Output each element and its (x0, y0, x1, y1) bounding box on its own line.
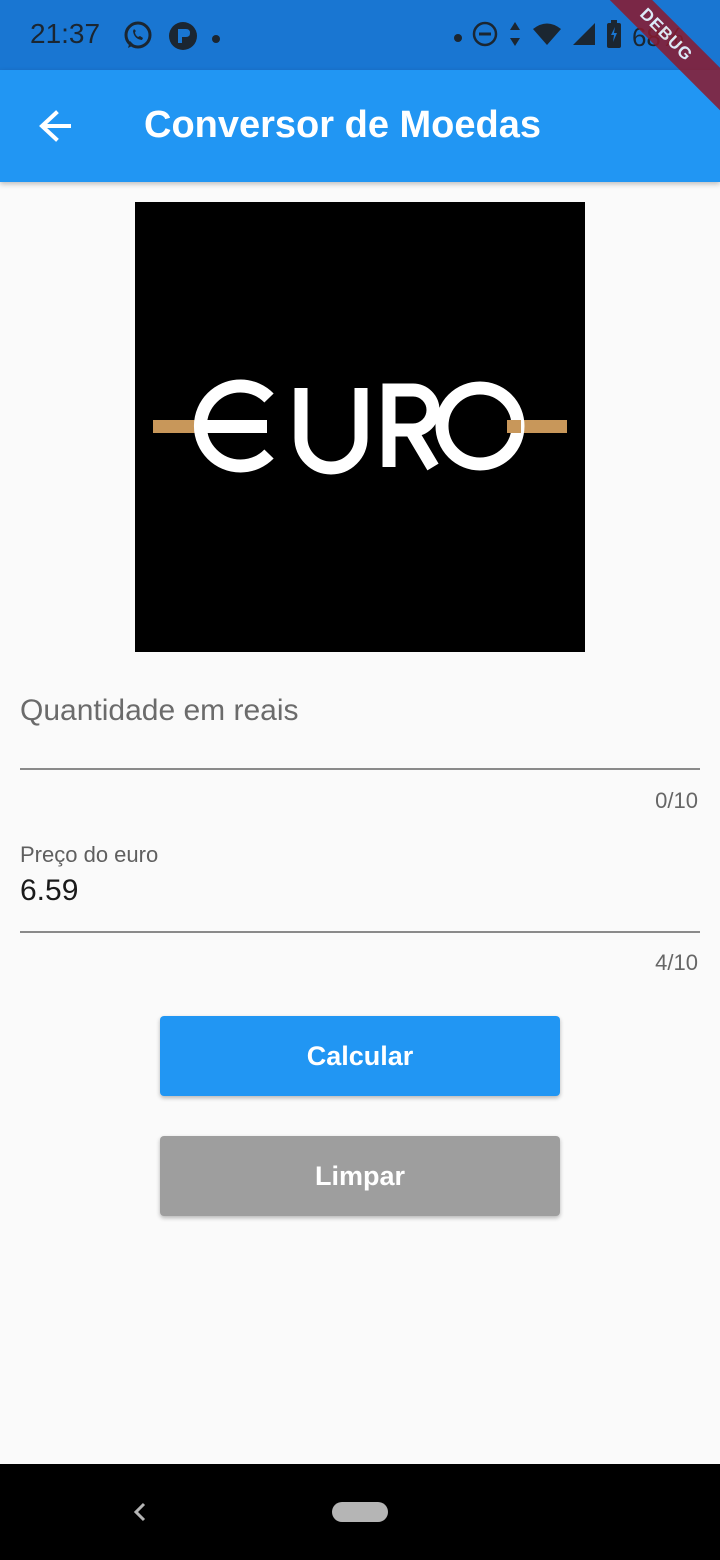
amount-placeholder: Quantidade em reais (20, 694, 299, 727)
wifi-icon (532, 22, 562, 53)
signal-icon (572, 22, 596, 53)
back-button[interactable] (26, 96, 86, 156)
euro-price-underline (20, 931, 700, 933)
do-not-disturb-icon (472, 21, 498, 54)
status-dot (212, 34, 220, 43)
system-nav-bar (0, 1464, 720, 1560)
euro-price-value: 6.59 (20, 874, 79, 907)
euro-price-label: Preço do euro (20, 842, 159, 867)
app-notification-icon (168, 21, 198, 56)
amount-field[interactable]: Quantidade em reais 0/10 (20, 690, 700, 813)
status-left-icons (122, 20, 220, 57)
app-bar: Conversor de Moedas (0, 70, 720, 182)
chevron-left-icon (133, 1502, 146, 1522)
euro-logo-image (135, 202, 585, 652)
status-dot-right (453, 33, 462, 42)
page-title: Conversor de Moedas (144, 104, 541, 146)
battery-icon (606, 20, 622, 55)
clear-button[interactable]: Limpar (160, 1136, 560, 1216)
arrow-back-icon (39, 110, 71, 142)
whatsapp-icon (122, 20, 154, 57)
status-time: 21:37 (30, 18, 101, 49)
amount-underline (20, 768, 700, 770)
calculate-button[interactable]: Calcular (160, 1016, 560, 1096)
nav-back-button[interactable] (124, 1494, 154, 1530)
amount-counter: 0/10 (655, 788, 698, 813)
euro-price-counter: 4/10 (655, 950, 698, 975)
euro-logo (153, 379, 567, 475)
euro-price-field[interactable]: Preço do euro 6.59 4/10 (20, 840, 700, 980)
nav-home-pill[interactable] (332, 1502, 388, 1522)
status-bar: 21:37 (0, 0, 720, 70)
data-arrows-icon (508, 21, 522, 54)
